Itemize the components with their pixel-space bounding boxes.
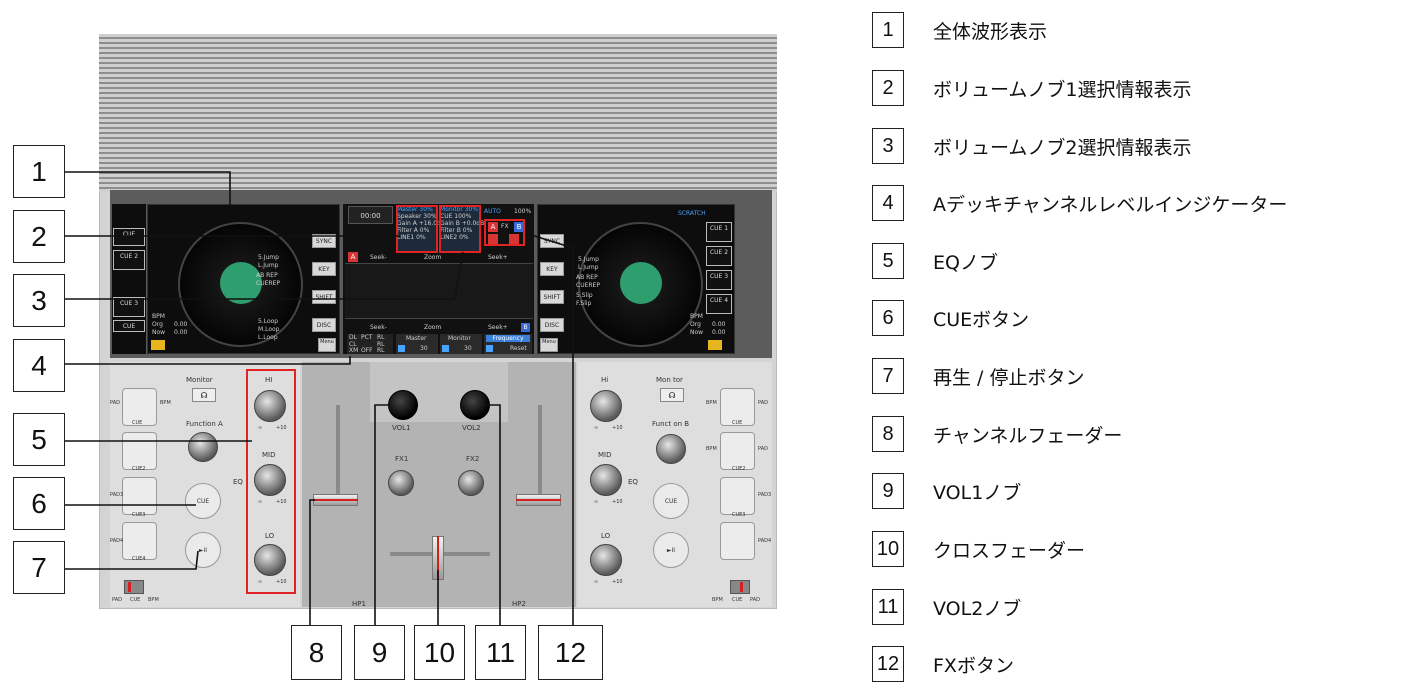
leader-4 (65, 356, 351, 365)
leader-1 (65, 171, 231, 207)
leader-3 (65, 251, 464, 300)
legend-text-6: CUEボタン (933, 309, 1030, 331)
legend-text-10: クロスフェーダー (933, 540, 1086, 562)
legend-num-5: 5 (872, 243, 904, 279)
legend-num-10: 10 (872, 531, 904, 567)
legend-num-9: 9 (872, 473, 904, 509)
leader-9 (374, 404, 390, 650)
callout-10: 10 (414, 625, 465, 680)
legend-num-11: 11 (872, 589, 904, 625)
legend-num-6: 6 (872, 300, 904, 336)
legend-num-3: 3 (872, 128, 904, 164)
callout-leader-lines (65, 171, 574, 650)
legend-text-11: VOL2ノブ (933, 598, 1022, 620)
legend-num-12: 12 (872, 646, 904, 682)
legend-num-7: 7 (872, 358, 904, 394)
callout-4: 4 (13, 339, 65, 392)
legend-text-5: EQノブ (933, 252, 998, 274)
callout-6: 6 (13, 477, 65, 530)
legend-text-7: 再生 / 停止ボタン (933, 367, 1085, 389)
callout-9: 9 (354, 625, 405, 680)
legend-num-8: 8 (872, 416, 904, 452)
leader-12 (524, 232, 574, 650)
legend-num-1: 1 (872, 12, 904, 48)
callout-8: 8 (291, 625, 342, 680)
callout-1: 1 (13, 145, 65, 198)
leader-11 (486, 404, 501, 650)
callout-3: 3 (13, 274, 65, 327)
legend-text-4: Aデッキチャンネルレベルインジケーター (933, 194, 1288, 216)
legend-text-8: チャンネルフェーダー (933, 425, 1123, 447)
callout-2: 2 (13, 210, 65, 263)
legend-num-2: 2 (872, 70, 904, 106)
legend-text-3: ボリュームノブ2選択情報表示 (933, 137, 1192, 159)
legend-text-12: FXボタン (933, 655, 1014, 677)
legend-text-9: VOL1ノブ (933, 482, 1022, 504)
leader-7 (65, 550, 199, 570)
callout-12: 12 (538, 625, 603, 680)
callout-7: 7 (13, 541, 65, 594)
legend-num-4: 4 (872, 185, 904, 221)
callout-5: 5 (13, 413, 65, 466)
legend-text-2: ボリュームノブ1選択情報表示 (933, 79, 1192, 101)
legend-text-1: 全体波形表示 (933, 21, 1048, 43)
callout-11: 11 (475, 625, 526, 680)
